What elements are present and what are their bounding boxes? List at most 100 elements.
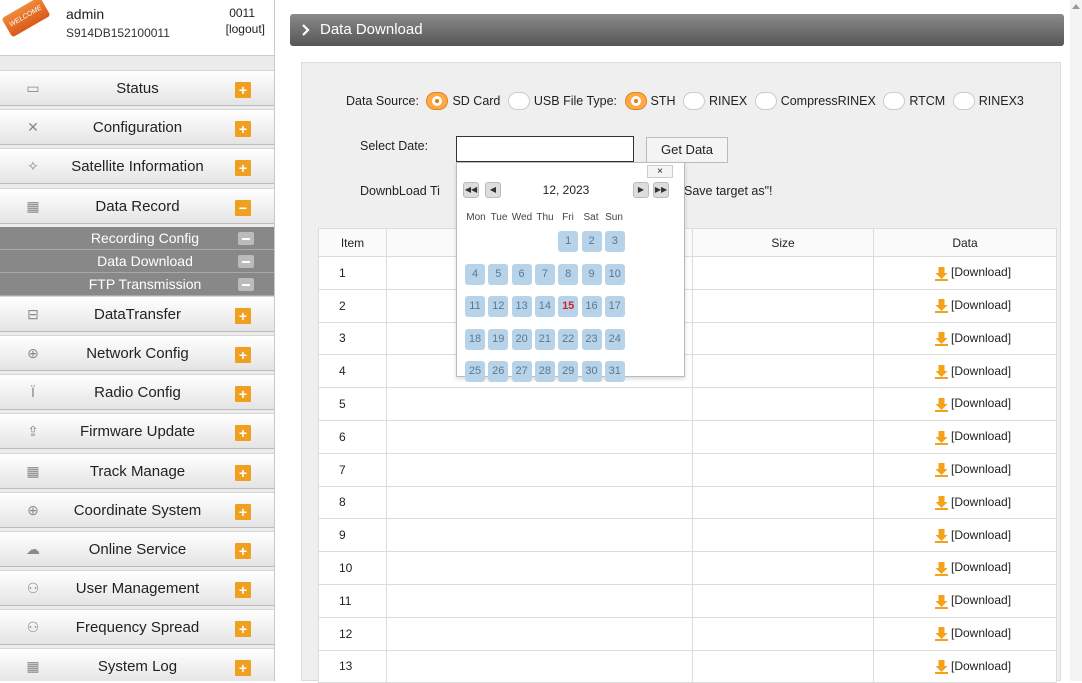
prev-year-button[interactable]: ◀◀ — [463, 182, 479, 198]
download-link[interactable]: [Download] — [934, 495, 1011, 511]
expand-icon[interactable]: + — [235, 425, 251, 442]
expand-icon[interactable]: + — [235, 121, 251, 138]
calendar-day[interactable]: 16 — [581, 296, 602, 317]
download-link[interactable]: [Download] — [934, 462, 1011, 478]
close-icon[interactable]: × — [647, 165, 673, 178]
calendar-day[interactable]: 11 — [465, 296, 485, 317]
expand-icon[interactable]: + — [235, 307, 251, 324]
filetype-rinex3-radio[interactable] — [952, 92, 975, 110]
expand-icon[interactable]: + — [235, 386, 251, 403]
sidebar-item-radio-config[interactable]: Ϊ Radio Config + — [0, 374, 274, 411]
download-link[interactable]: [Download] — [934, 396, 1011, 412]
download-link[interactable]: [Download] — [934, 265, 1011, 281]
submenu-item-recording-config[interactable]: Recording Config — [0, 226, 274, 250]
sidebar-item-datatransfer[interactable]: ⊟ DataTransfer + — [0, 295, 274, 332]
row-size — [692, 453, 874, 487]
calendar-day[interactable]: 29 — [558, 361, 579, 382]
submenu-item-data-download[interactable]: Data Download — [0, 249, 274, 273]
next-month-button[interactable]: ▶ — [633, 182, 649, 198]
globe-icon: ⊕ — [27, 344, 39, 361]
calendar-day[interactable]: 28 — [534, 361, 555, 382]
tools-icon: ✕ — [27, 119, 39, 136]
collapse-icon[interactable] — [238, 277, 254, 291]
filetype-sth-radio[interactable] — [624, 92, 647, 110]
row-size — [692, 486, 874, 520]
calendar-day[interactable]: 15 — [558, 296, 579, 317]
calendar-day[interactable]: 26 — [488, 361, 509, 382]
calendar-day[interactable]: 4 — [465, 263, 485, 285]
logout-link[interactable]: [logout] — [226, 22, 265, 36]
filetype-rinex-radio[interactable] — [683, 92, 705, 110]
sidebar-item-user-management[interactable]: ⚇ User Management + — [0, 570, 274, 607]
sidebar-item-status[interactable]: ▭ Status + — [0, 70, 274, 106]
calendar-day[interactable]: 10 — [604, 263, 625, 285]
download-link[interactable]: [Download] — [934, 363, 1012, 379]
calendar-day[interactable]: 3 — [604, 231, 625, 252]
scroll-up-icon[interactable] — [1072, 4, 1080, 9]
expand-icon[interactable]: + — [235, 160, 251, 177]
calendar-day[interactable]: 31 — [604, 361, 625, 382]
next-year-button[interactable]: ▶▶ — [653, 182, 669, 198]
calendar-day[interactable]: 8 — [558, 263, 579, 285]
source-usb-radio[interactable] — [507, 92, 530, 110]
sidebar-item-frequency-spread[interactable]: ⚇ Frequency Spread + — [0, 609, 274, 646]
sidebar-item-online-service[interactable]: ☁ Online Service + — [0, 530, 274, 567]
calendar-day[interactable]: 12 — [488, 296, 509, 317]
expand-icon[interactable]: + — [235, 346, 251, 363]
expand-icon[interactable]: + — [235, 503, 251, 520]
calendar-day[interactable]: 20 — [511, 328, 532, 350]
calendar-day[interactable]: 13 — [511, 296, 532, 317]
calendar-day[interactable]: 27 — [511, 361, 532, 382]
expand-icon[interactable]: + — [235, 82, 251, 98]
scrollbar[interactable] — [1070, 0, 1082, 681]
filetype-compressrinex-radio[interactable] — [754, 92, 777, 110]
download-link[interactable]: [Download] — [934, 593, 1011, 609]
calendar-day[interactable]: 23 — [581, 328, 602, 350]
calendar-day[interactable]: 19 — [488, 328, 509, 350]
download-link[interactable]: [Download] — [934, 528, 1011, 543]
get-data-button[interactable]: Get Data — [646, 137, 728, 163]
download-link[interactable]: [Download] — [934, 626, 1011, 642]
expand-icon[interactable]: + — [235, 582, 251, 599]
sidebar-item-network-config[interactable]: ⊕ Network Config + — [0, 334, 274, 371]
sidebar-item-configuration[interactable]: ✕ Configuration + — [0, 109, 274, 146]
calendar-day[interactable]: 24 — [604, 328, 625, 350]
calendar-day[interactable]: 7 — [534, 263, 555, 285]
calendar-day[interactable]: 9 — [581, 263, 602, 285]
calendar-day[interactable]: 22 — [558, 328, 579, 350]
calendar-day[interactable]: 30 — [581, 361, 602, 382]
calendar-day[interactable]: 21 — [534, 328, 555, 350]
source-sd-card-radio[interactable] — [426, 92, 449, 110]
calendar-day[interactable]: 6 — [511, 263, 532, 285]
download-link[interactable]: [Download] — [934, 560, 1011, 576]
calendar-day[interactable]: 25 — [465, 361, 485, 382]
calendar-day[interactable]: 14 — [534, 296, 555, 317]
calendar-day[interactable]: 2 — [581, 231, 602, 252]
date-input[interactable] — [456, 136, 634, 162]
collapse-icon[interactable] — [238, 231, 254, 245]
submenu-item-ftp-transmission[interactable]: FTP Transmission — [0, 272, 274, 296]
expand-icon[interactable]: + — [235, 542, 251, 559]
collapse-icon[interactable]: − — [235, 199, 251, 216]
prev-month-button[interactable]: ◀ — [485, 182, 501, 198]
expand-icon[interactable]: + — [235, 660, 251, 677]
filetype-rtcm-radio[interactable] — [883, 92, 906, 110]
calendar-day[interactable]: 17 — [604, 296, 625, 317]
sidebar-item-track-manage[interactable]: ▦ Track Manage + — [0, 452, 274, 489]
sidebar-item-coordinate-system[interactable]: ⊕ Coordinate System + — [0, 491, 274, 528]
download-link[interactable]: [Download] — [934, 298, 1011, 314]
sidebar-item-system-log[interactable]: ▦ System Log + — [0, 648, 274, 681]
download-link[interactable]: [Download] — [934, 331, 1011, 347]
download-link[interactable]: [Download] — [934, 659, 1011, 675]
calendar-day[interactable]: 1 — [558, 231, 579, 252]
expand-icon[interactable]: + — [235, 621, 251, 638]
sidebar-item-firmware-update[interactable]: ⇪ Firmware Update + — [0, 413, 274, 450]
collapse-icon[interactable] — [238, 254, 254, 268]
calendar-day[interactable]: 5 — [488, 263, 509, 285]
calendar-day[interactable]: 18 — [465, 328, 485, 350]
download-label: [Download] — [951, 363, 1012, 378]
sidebar-item-data-record[interactable]: ▦ Data Record − — [0, 187, 274, 224]
sidebar-item-satellite-information[interactable]: ✧ Satellite Information + — [0, 148, 274, 185]
expand-icon[interactable]: + — [235, 464, 251, 481]
download-link[interactable]: [Download] — [934, 429, 1011, 445]
